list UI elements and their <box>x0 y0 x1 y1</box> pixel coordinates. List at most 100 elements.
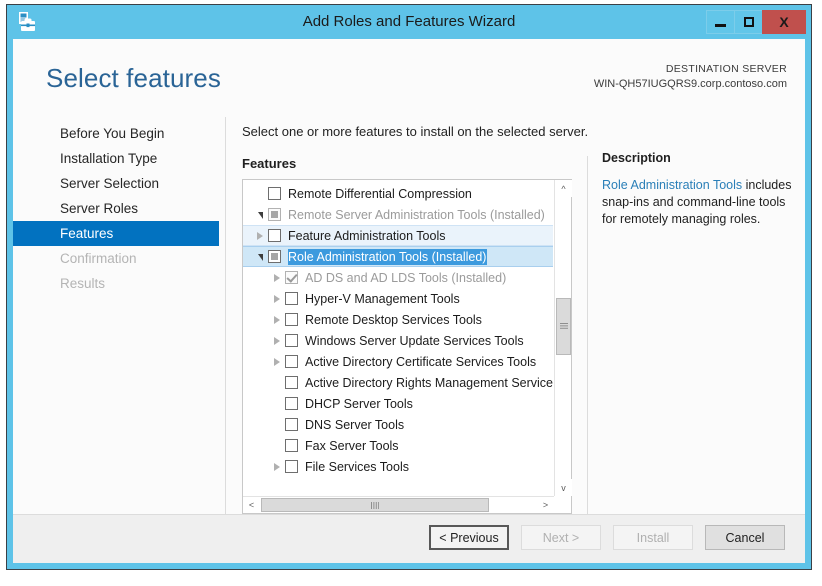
sidebar-item-before-you-begin[interactable]: Before You Begin <box>13 121 219 146</box>
close-button[interactable]: X <box>762 10 806 34</box>
tree-row[interactable]: Remote Differential Compression <box>243 183 553 204</box>
checkbox-icon[interactable] <box>285 334 298 347</box>
cancel-button[interactable]: Cancel <box>705 525 785 550</box>
description-body: Role Administration Tools includes snap-… <box>602 177 802 228</box>
chevron-right-icon[interactable] <box>269 273 285 282</box>
checkbox-icon[interactable] <box>285 355 298 368</box>
vertical-scroll-thumb[interactable] <box>556 298 571 355</box>
page-title: Select features <box>46 63 221 93</box>
chevron-right-glyph <box>257 231 263 240</box>
chevron-down-icon[interactable] <box>252 252 268 261</box>
checkbox-icon[interactable] <box>285 292 298 305</box>
window-title: Add Roles and Features Wizard <box>302 13 516 30</box>
tree-row-label: AD DS and AD LDS Tools (Installed) <box>305 270 507 285</box>
tree-row-label: DHCP Server Tools <box>305 396 413 411</box>
tree-row[interactable]: File Services Tools <box>243 456 553 477</box>
chevron-right-glyph <box>274 462 280 471</box>
chevron-right-icon[interactable] <box>269 336 285 345</box>
checkbox-icon <box>268 208 281 221</box>
scroll-left-icon[interactable]: < <box>243 497 260 513</box>
chevron-right-glyph <box>274 315 280 324</box>
tree-row[interactable]: Remote Desktop Services Tools <box>243 309 553 330</box>
scroll-up-icon[interactable]: ^ <box>555 180 572 197</box>
previous-button[interactable]: < Previous <box>429 525 509 550</box>
instruction-text: Select one or more features to install o… <box>242 124 589 139</box>
tree-row-label: Remote Desktop Services Tools <box>305 312 482 327</box>
footer-button-group: < Previous Next > Install Cancel <box>429 525 785 550</box>
description-divider <box>587 156 588 516</box>
wizard-window: Add Roles and Features Wizard X Select f… <box>6 4 812 570</box>
tree-row-label: Feature Administration Tools <box>288 228 446 243</box>
chevron-right-icon[interactable] <box>252 231 268 240</box>
title-bar[interactable]: Add Roles and Features Wizard X <box>7 5 811 39</box>
checkbox-icon[interactable] <box>268 250 281 263</box>
checkbox-icon[interactable] <box>285 439 298 452</box>
minimize-icon <box>715 23 726 27</box>
chevron-right-glyph <box>274 357 280 366</box>
wizard-body: Select features DESTINATION SERVER WIN-Q… <box>13 39 805 563</box>
tree-row[interactable]: Fax Server Tools <box>243 435 553 456</box>
chevron-right-glyph <box>274 336 280 345</box>
next-button: Next > <box>521 525 601 550</box>
tree-row-label: Remote Server Administration Tools (Inst… <box>288 207 545 222</box>
wizard-footer: < Previous Next > Install Cancel <box>13 514 805 563</box>
sidebar-item-features[interactable]: Features <box>13 221 219 246</box>
tree-row[interactable]: AD DS and AD LDS Tools (Installed) <box>243 267 553 288</box>
install-button: Install <box>613 525 693 550</box>
features-tree-viewport: Remote Differential Compression Remote Se… <box>243 180 553 495</box>
tree-row-label: Active Directory Rights Management Servi… <box>305 375 553 390</box>
description-panel: Description Role Administration Tools in… <box>602 151 802 228</box>
tree-vertical-scrollbar[interactable]: ^ v <box>554 180 572 496</box>
tree-row[interactable]: Windows Server Update Services Tools <box>243 330 553 351</box>
minimize-button[interactable] <box>706 10 735 34</box>
tree-row[interactable]: Remote Server Administration Tools (Inst… <box>243 204 553 225</box>
chevron-down-glyph <box>257 254 263 261</box>
chevron-right-icon[interactable] <box>269 462 285 471</box>
chevron-right-icon[interactable] <box>269 315 285 324</box>
tree-horizontal-scrollbar[interactable]: < > <box>243 496 554 513</box>
tree-row[interactable]: DNS Server Tools <box>243 414 553 435</box>
features-tree-panel[interactable]: Remote Differential Compression Remote Se… <box>242 179 572 514</box>
maximize-button[interactable] <box>734 10 763 34</box>
window-controls: X <box>706 10 806 34</box>
horizontal-scroll-thumb[interactable] <box>261 498 489 512</box>
checkbox-icon[interactable] <box>268 187 281 200</box>
chevron-down-glyph <box>257 212 263 219</box>
tree-row[interactable]: DHCP Server Tools <box>243 393 553 414</box>
tree-row[interactable]: Active Directory Certificate Services To… <box>243 351 553 372</box>
scroll-grip-icon <box>559 323 568 330</box>
checkbox-icon[interactable] <box>285 418 298 431</box>
nav-divider <box>225 117 226 517</box>
tree-row-label: Role Administration Tools (Installed) <box>288 248 488 265</box>
tree-row-label: File Services Tools <box>305 459 409 474</box>
tree-row-label: DNS Server Tools <box>305 417 405 432</box>
sidebar-item-results: Results <box>60 276 106 291</box>
description-link[interactable]: Role Administration Tools <box>602 178 742 192</box>
chevron-right-icon[interactable] <box>269 294 285 303</box>
scrollbar-corner <box>554 496 571 513</box>
tree-row[interactable]: Role Administration Tools (Installed) <box>243 246 553 267</box>
sidebar-item-installation-type[interactable]: Installation Type <box>13 146 219 171</box>
checkbox-icon[interactable] <box>285 313 298 326</box>
tree-row[interactable]: Hyper-V Management Tools <box>243 288 553 309</box>
chevron-right-icon[interactable] <box>269 357 285 366</box>
tree-row-label: Active Directory Certificate Services To… <box>305 354 537 369</box>
chevron-down-icon[interactable] <box>252 210 268 219</box>
scroll-down-icon[interactable]: v <box>555 479 572 496</box>
main-content: Select one or more features to install o… <box>239 39 805 563</box>
features-section-label: Features <box>242 156 297 171</box>
checkbox-icon[interactable] <box>268 229 281 242</box>
scroll-right-icon[interactable]: > <box>537 497 554 513</box>
checkbox-icon[interactable] <box>285 397 298 410</box>
tree-row[interactable]: Feature Administration Tools <box>243 225 553 246</box>
sidebar-item-server-roles[interactable]: Server Roles <box>13 196 219 221</box>
features-tree[interactable]: Remote Differential Compression Remote Se… <box>243 183 553 477</box>
description-title: Description <box>602 151 671 165</box>
checkbox-icon[interactable] <box>285 376 298 389</box>
sidebar-item-server-selection[interactable]: Server Selection <box>13 171 219 196</box>
tree-row-label: Windows Server Update Services Tools <box>305 333 524 348</box>
checkbox-icon <box>285 271 298 284</box>
tree-row[interactable]: Active Directory Rights Management Servi… <box>243 372 553 393</box>
sidebar-item-confirmation: Confirmation <box>60 251 137 266</box>
checkbox-icon[interactable] <box>285 460 298 473</box>
